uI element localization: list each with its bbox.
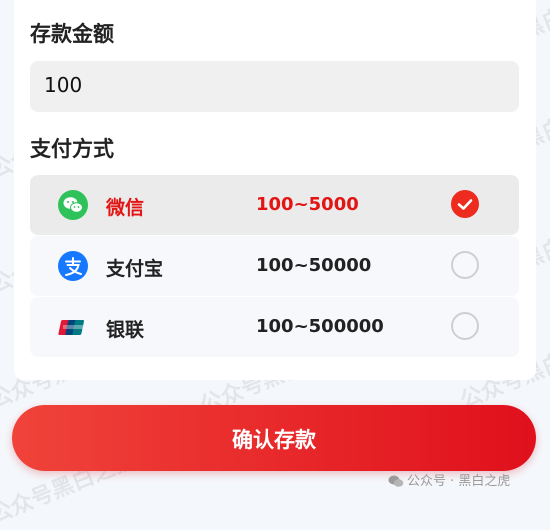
payment-option-alipay[interactable]: 支付宝 100~50000: [30, 236, 519, 296]
footer-watermark: 公众号 · 黑白之虎: [388, 470, 510, 489]
wechat-icon: [58, 190, 88, 220]
payment-range: 100~500000: [256, 316, 384, 337]
unionpay-icon: [58, 320, 85, 335]
confirm-deposit-label: 确认存款: [232, 429, 316, 452]
radio-unchecked-icon[interactable]: [451, 251, 479, 279]
wechat-small-icon: [388, 475, 404, 487]
payment-option-unionpay[interactable]: 银联 100~500000: [30, 297, 519, 357]
payment-name: 支付宝: [106, 258, 164, 280]
amount-section-title: 存款金额: [30, 22, 114, 46]
radio-unchecked-icon[interactable]: [451, 312, 479, 340]
payment-name: 微信: [106, 197, 145, 219]
amount-input[interactable]: 100: [30, 61, 519, 112]
payment-name: 银联: [106, 319, 145, 341]
payment-range: 100~50000: [256, 255, 372, 276]
radio-checked-icon[interactable]: [451, 190, 479, 218]
payment-option-wechat[interactable]: 微信 100~5000: [30, 175, 519, 235]
amount-value: 100: [44, 73, 83, 97]
confirm-deposit-button[interactable]: 确认存款: [12, 405, 536, 471]
payment-range: 100~5000: [256, 194, 359, 215]
payment-section-title: 支付方式: [30, 137, 114, 161]
alipay-icon: [58, 251, 88, 281]
footer-watermark-text: 公众号 · 黑白之虎: [407, 474, 511, 489]
